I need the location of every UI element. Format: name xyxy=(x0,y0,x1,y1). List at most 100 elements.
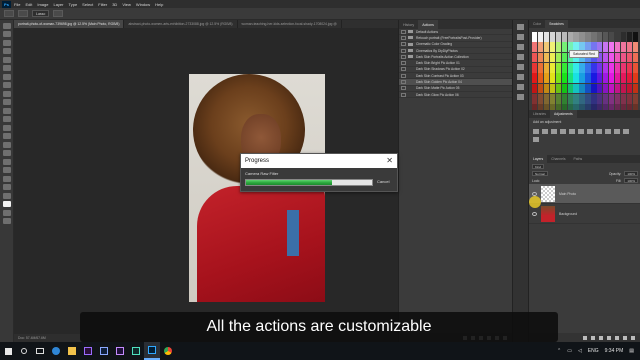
color-swatch[interactable] xyxy=(579,93,585,104)
mask-icon[interactable] xyxy=(599,335,603,340)
crop-tool-icon[interactable] xyxy=(3,56,11,63)
color-swatch[interactable] xyxy=(608,52,615,63)
color-swatch[interactable] xyxy=(603,62,609,73)
pen-tool-icon[interactable] xyxy=(3,141,11,148)
color-swatch[interactable] xyxy=(537,42,544,53)
color-swatch[interactable] xyxy=(573,32,579,42)
levels-icon[interactable] xyxy=(542,129,548,134)
exposure-icon[interactable] xyxy=(560,129,566,134)
hue-sat-icon[interactable] xyxy=(578,129,584,134)
color-swatch[interactable] xyxy=(620,73,627,84)
tab-paths[interactable]: Paths xyxy=(570,155,587,163)
more-tools-icon[interactable] xyxy=(3,192,11,199)
color-swatch[interactable] xyxy=(608,73,615,84)
screen-mode-icon[interactable] xyxy=(3,218,11,224)
color-swatch[interactable] xyxy=(585,62,591,73)
toggle-checkbox[interactable] xyxy=(401,42,406,47)
toggle-checkbox[interactable] xyxy=(401,73,406,78)
fill-input[interactable]: 100% xyxy=(624,178,638,183)
color-swatch[interactable] xyxy=(614,32,621,42)
color-swatch[interactable] xyxy=(567,83,573,94)
path-select-tool-icon[interactable] xyxy=(3,158,11,165)
action-row[interactable]: Dark Skin Glow Pic Action 06 xyxy=(399,92,512,99)
properties-panel-icon[interactable] xyxy=(517,74,524,80)
color-swatch[interactable] xyxy=(532,42,538,53)
color-swatch[interactable] xyxy=(543,62,550,73)
swatch-grid[interactable] xyxy=(532,32,638,114)
color-swatch[interactable] xyxy=(591,93,597,104)
info-panel-icon[interactable] xyxy=(517,94,524,100)
tray-arrow-icon[interactable]: ⌃ xyxy=(557,348,561,354)
color-swatch[interactable] xyxy=(573,83,579,94)
color-swatch[interactable] xyxy=(537,93,544,104)
color-swatch[interactable] xyxy=(585,83,591,94)
color-swatch[interactable] xyxy=(626,32,633,42)
adjustment-layer-icon[interactable] xyxy=(607,335,611,340)
color-swatch[interactable] xyxy=(608,62,615,73)
color-swatch[interactable] xyxy=(579,73,585,84)
menu-layer[interactable]: Layer xyxy=(53,2,63,7)
color-swatch[interactable] xyxy=(532,32,538,42)
color-swatch[interactable] xyxy=(614,42,621,53)
blend-mode-select[interactable]: Normal xyxy=(532,171,548,176)
paragraph-panel-icon[interactable] xyxy=(517,64,524,70)
tab-channels[interactable]: Channels xyxy=(547,155,569,163)
color-swatch[interactable] xyxy=(614,93,621,104)
marquee-tool-icon[interactable] xyxy=(3,31,11,37)
toggle-checkbox[interactable] xyxy=(401,80,406,85)
gradient-tool-icon[interactable] xyxy=(3,116,11,122)
swatches-panel-icon[interactable] xyxy=(517,34,524,40)
libraries-panel-icon[interactable] xyxy=(517,84,524,90)
color-swatch[interactable] xyxy=(543,93,550,104)
layer-background[interactable]: Background xyxy=(529,204,640,224)
foreground-color-swatch[interactable] xyxy=(3,201,11,207)
character-panel-icon[interactable] xyxy=(517,54,524,60)
color-swatch[interactable] xyxy=(532,73,538,84)
color-swatch[interactable] xyxy=(543,52,550,63)
color-swatch[interactable] xyxy=(620,52,627,63)
color-swatch[interactable] xyxy=(620,42,627,53)
color-swatch[interactable] xyxy=(561,93,567,104)
color-swatch[interactable] xyxy=(597,32,603,42)
blur-tool-icon[interactable] xyxy=(3,124,11,131)
menu-view[interactable]: View xyxy=(122,2,131,7)
language-indicator[interactable]: ENG xyxy=(588,348,599,354)
color-swatch[interactable] xyxy=(555,52,562,63)
color-swatch[interactable] xyxy=(626,73,633,84)
tab-color[interactable]: Color xyxy=(529,20,545,28)
color-swatch[interactable] xyxy=(626,83,633,94)
color-swatch[interactable] xyxy=(603,83,609,94)
color-swatch[interactable] xyxy=(585,93,591,104)
tab-history[interactable]: History xyxy=(399,20,418,29)
group-icon[interactable] xyxy=(615,335,619,340)
network-icon[interactable]: ▭ xyxy=(567,348,572,354)
photo-filter-icon[interactable] xyxy=(605,129,611,134)
photoshop-icon[interactable] xyxy=(144,342,160,360)
premiere-icon[interactable] xyxy=(80,342,96,360)
color-swatch[interactable] xyxy=(579,83,585,94)
eraser-tool-icon[interactable] xyxy=(3,107,11,114)
color-swatch[interactable] xyxy=(632,52,638,63)
kind-filter-select[interactable]: Kind xyxy=(532,164,545,169)
healing-tool-icon[interactable] xyxy=(3,73,11,80)
tool-preset-button[interactable] xyxy=(4,10,14,17)
menu-type[interactable]: Type xyxy=(69,2,78,7)
color-swatch[interactable] xyxy=(608,42,615,53)
color-swatch[interactable] xyxy=(561,73,567,84)
tab-actions[interactable]: Actions xyxy=(418,20,438,29)
menu-select[interactable]: Select xyxy=(82,2,93,7)
new-layer-icon[interactable] xyxy=(623,335,627,340)
color-swatch[interactable] xyxy=(573,73,579,84)
color-swatch[interactable] xyxy=(626,42,633,53)
toggle-checkbox[interactable] xyxy=(401,54,406,59)
color-swatch[interactable] xyxy=(561,42,567,53)
lasso-tool-icon[interactable] xyxy=(3,39,11,46)
color-swatch[interactable] xyxy=(567,32,573,42)
color-swatch[interactable] xyxy=(597,73,603,84)
fx-icon[interactable] xyxy=(591,335,595,340)
color-swatch[interactable] xyxy=(603,32,609,42)
after-effects-icon[interactable] xyxy=(112,342,128,360)
color-swatch[interactable] xyxy=(537,73,544,84)
color-swatch[interactable] xyxy=(555,32,562,42)
color-swatch[interactable] xyxy=(626,52,633,63)
